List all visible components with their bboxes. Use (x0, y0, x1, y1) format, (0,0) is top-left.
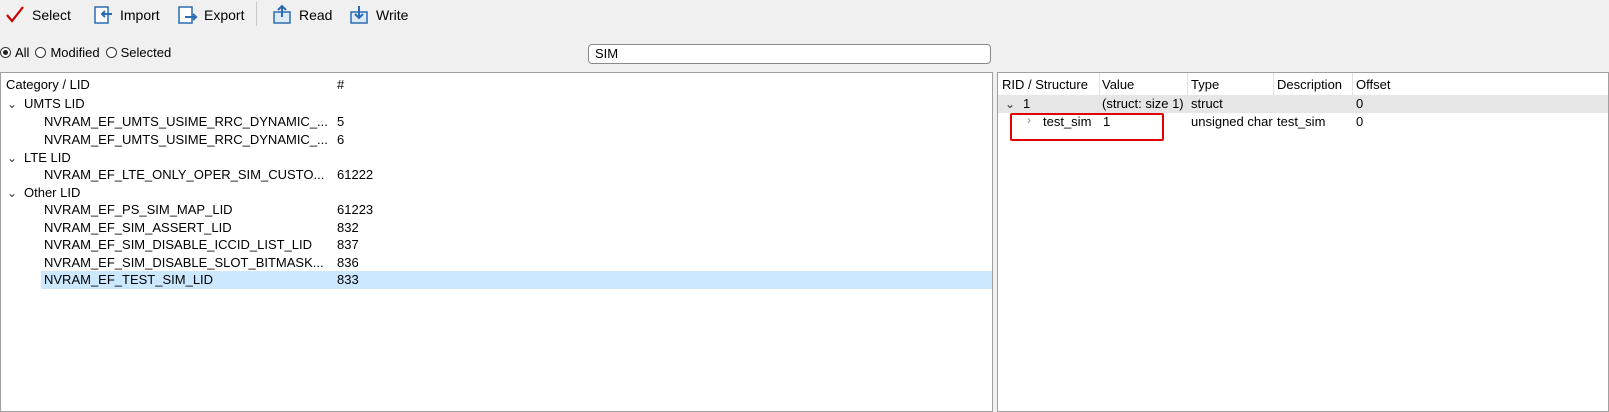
tree-item-number: 5 (337, 114, 345, 129)
radio-all[interactable]: All (0, 45, 29, 60)
select-label: Select (32, 7, 71, 23)
field-offset: 0 (1356, 114, 1364, 129)
export-button[interactable]: Export (176, 0, 244, 30)
toolbar-divider (256, 2, 257, 26)
tree-item-number: 61222 (337, 167, 374, 182)
tree-item-name[interactable]: NVRAM_EF_PS_SIM_MAP_LID (44, 201, 233, 219)
expand-chevron-icon[interactable]: ⌄ (1005, 97, 1015, 111)
read-button[interactable]: Read (271, 0, 332, 30)
write-label: Write (376, 7, 409, 23)
export-icon (176, 4, 198, 26)
structure-panel: RID / Structure Value Type Description O… (997, 72, 1609, 412)
expand-chevron-icon[interactable]: ⌄ (7, 151, 17, 165)
radio-modified-label: Modified (50, 44, 100, 60)
highlight-annotation-box (1010, 113, 1164, 141)
struct-type: struct (1191, 96, 1223, 111)
filter-bar: All Modified Selected (0, 40, 177, 64)
struct-rid: 1 (1023, 96, 1031, 111)
radio-selected[interactable]: Selected (105, 44, 172, 60)
tree-item-number: 832 (337, 220, 359, 235)
tree-item-number: 61223 (337, 202, 374, 217)
select-button[interactable]: Select (4, 0, 71, 30)
import-label: Import (120, 7, 160, 23)
import-icon (92, 4, 114, 26)
column-divider[interactable] (1273, 73, 1274, 95)
import-button[interactable]: Import (92, 0, 160, 30)
column-header-category[interactable]: Category / LID (6, 77, 90, 92)
expand-chevron-icon[interactable]: ⌄ (7, 186, 17, 200)
radio-modified-indicator (35, 46, 47, 58)
radio-selected-indicator (105, 46, 117, 58)
field-description: test_sim (1277, 114, 1326, 129)
tree-item-name[interactable]: NVRAM_EF_UMTS_USIME_RRC_DYNAMIC_... (44, 113, 328, 131)
tree-item-name-selected[interactable]: NVRAM_EF_TEST_SIM_LID (44, 271, 213, 289)
struct-value: (struct: size 1) (1102, 96, 1184, 111)
radio-all-label: All (15, 44, 30, 60)
read-label: Read (299, 7, 333, 23)
search-input[interactable]: SIM (588, 44, 991, 64)
export-label: Export (204, 7, 245, 23)
toolbar: Select Import Export Read Write (0, 0, 1609, 30)
tree-group-umts[interactable]: UMTS LID (24, 95, 85, 113)
tree-item-number: 833 (337, 272, 359, 287)
tree-item-number: 837 (337, 237, 359, 252)
tree-item-number: 836 (337, 255, 359, 270)
tree-item-name[interactable]: NVRAM_EF_SIM_DISABLE_SLOT_BITMASK... (44, 254, 324, 272)
tree-group-lte[interactable]: LTE LID (24, 149, 71, 167)
radio-selected-label: Selected (120, 44, 172, 60)
column-divider[interactable] (1187, 73, 1188, 95)
tree-item-name[interactable]: NVRAM_EF_SIM_DISABLE_ICCID_LIST_LID (44, 236, 312, 254)
struct-row-highlight[interactable] (998, 95, 1608, 113)
radio-all-indicator (0, 46, 11, 58)
column-divider[interactable] (1352, 73, 1353, 95)
column-header-number[interactable]: # (337, 77, 344, 92)
column-header-type[interactable]: Type (1191, 77, 1219, 92)
field-type: unsigned char (1191, 114, 1273, 129)
write-icon (348, 4, 370, 26)
tree-item-name[interactable]: NVRAM_EF_SIM_ASSERT_LID (44, 219, 232, 237)
tree-item-name[interactable]: NVRAM_EF_LTE_ONLY_OPER_SIM_CUSTO... (44, 166, 324, 184)
lid-tree-panel: Category / LID # ⌄ UMTS LID NVRAM_EF_UMT… (0, 72, 993, 412)
read-icon (271, 4, 293, 26)
tree-group-other[interactable]: Other LID (24, 184, 80, 202)
column-header-value[interactable]: Value (1102, 77, 1134, 92)
tree-item-number: 6 (337, 132, 345, 147)
checkmark-icon (4, 4, 26, 26)
column-header-offset[interactable]: Offset (1356, 77, 1390, 92)
column-header-description[interactable]: Description (1277, 77, 1342, 92)
tree-item-name[interactable]: NVRAM_EF_UMTS_USIME_RRC_DYNAMIC_... (44, 131, 328, 149)
column-header-rid[interactable]: RID / Structure (1002, 77, 1088, 92)
column-divider[interactable] (1099, 73, 1100, 95)
write-button[interactable]: Write (348, 0, 408, 30)
expand-chevron-icon[interactable]: ⌄ (7, 97, 17, 111)
radio-modified[interactable]: Modified (35, 44, 100, 60)
struct-offset: 0 (1356, 96, 1364, 111)
